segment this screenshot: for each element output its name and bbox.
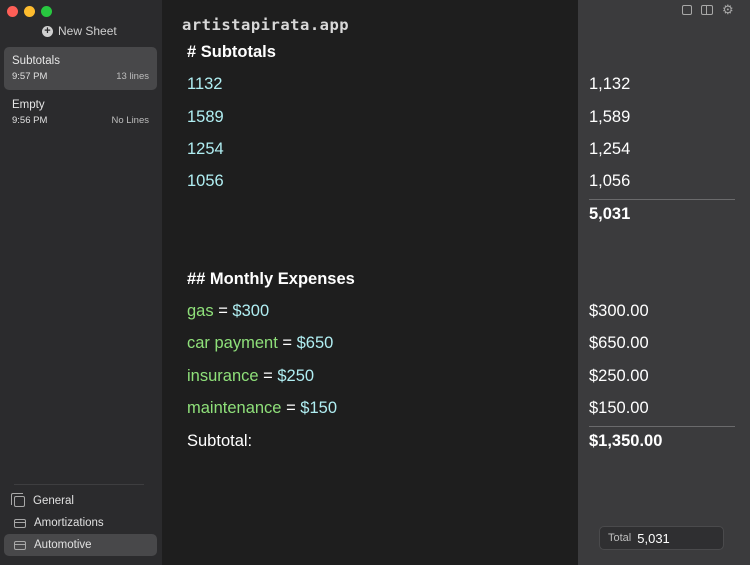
sheet-time: 9:56 PM <box>12 115 48 126</box>
total-display[interactable]: Total 5,031 <box>599 526 724 550</box>
app-window: + New Sheet Subtotals 9:57 PM 13 lines E… <box>0 0 750 565</box>
result-value[interactable]: 1,056 <box>589 172 630 191</box>
variable-name: car payment <box>187 334 278 352</box>
watermark: artistapirata.app <box>182 16 350 34</box>
operator: = <box>277 334 297 352</box>
sheet-time: 9:57 PM <box>12 71 48 82</box>
total-label: Total <box>608 532 632 544</box>
plus-circle-icon: + <box>42 25 53 37</box>
window-controls <box>7 6 52 17</box>
editor-line[interactable]: 1254 <box>187 140 224 159</box>
editor-line[interactable]: gas = $300 <box>187 302 269 321</box>
sheet-item-subtotals[interactable]: Subtotals 9:57 PM 13 lines <box>4 47 157 90</box>
sidebar: + New Sheet Subtotals 9:57 PM 13 lines E… <box>0 0 163 565</box>
folder-icon <box>14 518 26 528</box>
subtotal-divider <box>589 199 735 200</box>
variable-name: maintenance <box>187 399 282 417</box>
value: $250 <box>277 367 315 385</box>
gear-icon[interactable]: ⚙ <box>722 3 734 16</box>
zoom-window-button[interactable] <box>41 6 52 17</box>
value: $150 <box>300 399 338 417</box>
editor-line[interactable]: maintenance = $150 <box>187 399 337 418</box>
sheet-name: Subtotals <box>12 55 60 67</box>
result-value[interactable]: 1,132 <box>589 75 630 94</box>
sheet-line-count: 13 lines <box>116 71 149 82</box>
sidebar-group-amortizations[interactable]: Amortizations <box>4 512 157 534</box>
group-label: General <box>33 495 74 507</box>
subtotal-value[interactable]: $1,350.00 <box>589 432 662 451</box>
sidebar-group-general[interactable]: General <box>4 490 157 512</box>
result-value[interactable]: $650.00 <box>589 334 649 353</box>
result-value[interactable]: 1,589 <box>589 108 630 127</box>
sidebar-group-automotive[interactable]: Automotive <box>4 534 157 556</box>
result-value[interactable]: $150.00 <box>589 399 649 418</box>
group-label: Amortizations <box>34 517 104 529</box>
folder-icon <box>14 540 26 550</box>
editor-line[interactable]: insurance = $250 <box>187 367 314 386</box>
close-window-button[interactable] <box>7 6 18 17</box>
editor-line[interactable]: Subtotal: <box>187 432 252 451</box>
new-sheet-label: New Sheet <box>58 24 117 38</box>
operator: = <box>258 367 278 385</box>
square-icon[interactable] <box>682 5 692 15</box>
sheet-line-count: No Lines <box>111 115 150 126</box>
editor-line[interactable]: 1589 <box>187 108 224 127</box>
editor-line[interactable]: 1056 <box>187 172 224 191</box>
variable-name: gas <box>187 302 214 320</box>
new-sheet-button[interactable]: + New Sheet <box>42 24 117 38</box>
subtotal-value[interactable]: 5,031 <box>589 205 630 224</box>
editor-line[interactable]: car payment = $650 <box>187 334 333 353</box>
sheet-item-empty[interactable]: Empty 9:56 PM No Lines <box>4 91 157 134</box>
variable-name: insurance <box>187 367 259 385</box>
sidebar-divider <box>14 484 144 485</box>
value: $300 <box>232 302 270 320</box>
editor-heading[interactable]: # Subtotals <box>187 43 276 62</box>
editor-line[interactable]: 1132 <box>187 75 222 94</box>
result-value[interactable]: 1,254 <box>589 140 630 159</box>
sheet-name: Empty <box>12 99 45 111</box>
operator: = <box>281 399 301 417</box>
operator: = <box>213 302 233 320</box>
result-value[interactable]: $250.00 <box>589 367 649 386</box>
editor-heading[interactable]: ## Monthly Expenses <box>187 270 355 289</box>
subtotal-divider <box>589 426 735 427</box>
minimize-window-button[interactable] <box>24 6 35 17</box>
total-value: 5,031 <box>637 530 670 546</box>
book-icon[interactable] <box>701 5 713 15</box>
group-label: Automotive <box>34 539 92 551</box>
toolbar: ⚙ <box>682 3 734 16</box>
result-value[interactable]: $300.00 <box>589 302 649 321</box>
stack-icon <box>11 492 25 507</box>
value: $650 <box>296 334 334 352</box>
